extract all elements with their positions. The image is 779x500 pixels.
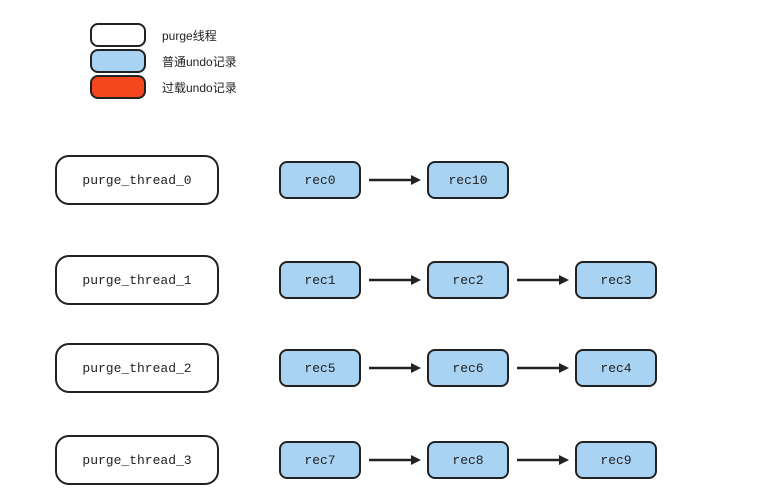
thread-label: purge_thread_2	[82, 361, 191, 376]
rec-label: rec8	[452, 453, 483, 468]
arrow-icon	[367, 450, 421, 470]
legend-row: purge线程	[90, 22, 237, 48]
undo-record-box: rec2	[427, 261, 509, 299]
legend-label: 过载undo记录	[162, 79, 237, 96]
arrow-icon	[515, 450, 569, 470]
arrow-icon	[515, 270, 569, 290]
rec-label: rec1	[304, 273, 335, 288]
rec-label: rec5	[304, 361, 335, 376]
thread-row: purge_thread_1 rec1 rec2 rec3	[55, 255, 657, 305]
thread-label: purge_thread_3	[82, 453, 191, 468]
arrow-icon	[367, 270, 421, 290]
legend-swatch-blue	[90, 49, 146, 73]
rec-label: rec2	[452, 273, 483, 288]
undo-record-box: rec0	[279, 161, 361, 199]
undo-record-box: rec10	[427, 161, 509, 199]
rec-label: rec7	[304, 453, 335, 468]
undo-record-box: rec8	[427, 441, 509, 479]
thread-label: purge_thread_0	[82, 173, 191, 188]
purge-thread-box: purge_thread_2	[55, 343, 219, 393]
purge-thread-box: purge_thread_3	[55, 435, 219, 485]
arrow-icon	[367, 170, 421, 190]
legend-row: 过载undo记录	[90, 74, 237, 100]
rec-label: rec10	[448, 173, 487, 188]
undo-record-box: rec5	[279, 349, 361, 387]
legend-label: purge线程	[162, 27, 217, 44]
undo-record-box: rec9	[575, 441, 657, 479]
legend-swatch-white	[90, 23, 146, 47]
undo-record-box: rec4	[575, 349, 657, 387]
rec-label: rec4	[600, 361, 631, 376]
undo-record-box: rec7	[279, 441, 361, 479]
rec-label: rec9	[600, 453, 631, 468]
rec-label: rec3	[600, 273, 631, 288]
rec-label: rec6	[452, 361, 483, 376]
thread-row: purge_thread_0 rec0 rec10	[55, 155, 509, 205]
arrow-icon	[367, 358, 421, 378]
thread-label: purge_thread_1	[82, 273, 191, 288]
purge-thread-box: purge_thread_1	[55, 255, 219, 305]
undo-record-box: rec1	[279, 261, 361, 299]
undo-record-box: rec3	[575, 261, 657, 299]
undo-record-box: rec6	[427, 349, 509, 387]
legend-label: 普通undo记录	[162, 53, 237, 70]
thread-row: purge_thread_2 rec5 rec6 rec4	[55, 343, 657, 393]
arrow-icon	[515, 358, 569, 378]
legend-row: 普通undo记录	[90, 48, 237, 74]
legend-swatch-red	[90, 75, 146, 99]
legend: purge线程 普通undo记录 过载undo记录	[90, 22, 237, 100]
rec-label: rec0	[304, 173, 335, 188]
thread-row: purge_thread_3 rec7 rec8 rec9	[55, 435, 657, 485]
purge-thread-box: purge_thread_0	[55, 155, 219, 205]
